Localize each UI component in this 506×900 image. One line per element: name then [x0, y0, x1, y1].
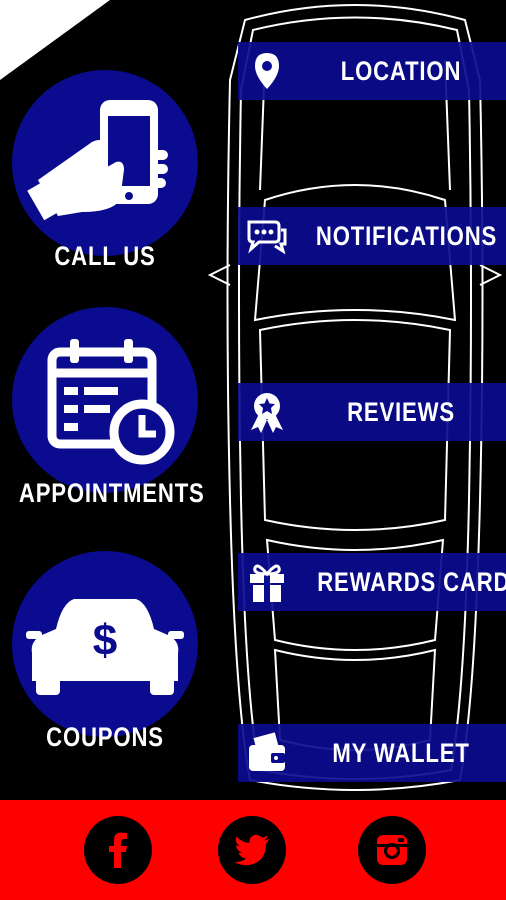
- coupons-label: COUPONS: [46, 722, 164, 752]
- menu-label-my-wallet: MY WALLET: [332, 737, 470, 768]
- menu-item-reviews[interactable]: REVIEWS: [238, 383, 506, 441]
- menu-label-rewards-card: REWARDS CARD: [317, 566, 506, 597]
- instagram-button[interactable]: [358, 816, 426, 884]
- calendar-clock-icon: [47, 339, 175, 465]
- phone-hand-icon: [27, 100, 168, 221]
- appointments-label: APPOINTMENTS: [18, 478, 205, 508]
- call-us-button[interactable]: [12, 70, 198, 256]
- twitter-icon: [234, 834, 269, 866]
- facebook-button[interactable]: [84, 816, 152, 884]
- coupons-button[interactable]: $: [12, 551, 198, 737]
- award-ribbon-icon: [238, 383, 296, 441]
- menu-item-notifications[interactable]: NOTIFICATIONS: [238, 207, 506, 265]
- menu-label-location: LOCATION: [340, 55, 462, 86]
- map-pin-icon: [238, 42, 296, 100]
- menu-label-reviews: REVIEWS: [347, 396, 455, 427]
- corner-decoration: [0, 0, 110, 80]
- menu-item-my-wallet[interactable]: MY WALLET: [238, 724, 506, 782]
- instagram-icon: [377, 835, 407, 865]
- call-us-label: CALL US: [54, 241, 156, 271]
- menu-item-rewards-card[interactable]: REWARDS CARD: [238, 553, 506, 611]
- menu-item-location[interactable]: LOCATION: [238, 42, 506, 100]
- car-dollar-icon: $: [26, 599, 184, 695]
- menu-label-notifications: NOTIFICATIONS: [315, 220, 498, 251]
- twitter-button[interactable]: [218, 816, 286, 884]
- social-footer: [0, 800, 506, 900]
- svg-text:$: $: [93, 616, 117, 665]
- appointments-button[interactable]: [12, 307, 198, 493]
- wallet-icon: [238, 724, 296, 782]
- facebook-icon: [109, 832, 127, 868]
- chat-bubbles-icon: [238, 207, 296, 265]
- gift-icon: [238, 553, 296, 611]
